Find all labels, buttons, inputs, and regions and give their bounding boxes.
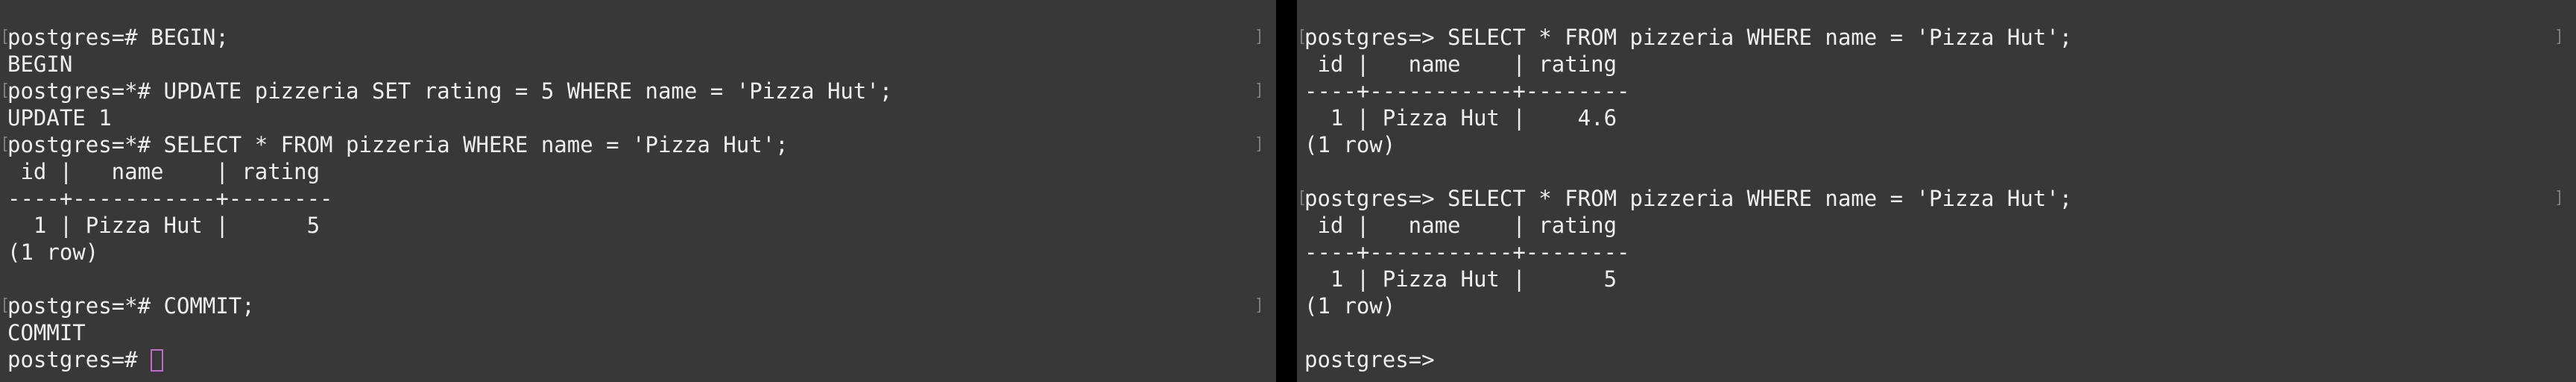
terminal-line: [postgres=*# UPDATE pizzeria SET rating … xyxy=(0,78,1276,104)
right-terminal-output: [postgres=> SELECT * FROM pizzeria WHERE… xyxy=(1297,24,2576,373)
line-mark-close: ] xyxy=(2554,189,2564,207)
line-mark-close: ] xyxy=(1254,28,1264,46)
text-cursor xyxy=(151,349,164,372)
line-text: BEGIN xyxy=(7,51,73,77)
line-text: id | name | rating xyxy=(7,159,321,184)
line-text: postgres=# BEGIN; xyxy=(7,25,229,50)
terminal-line: id | name | rating xyxy=(1304,212,2576,239)
terminal-line: id | name | rating xyxy=(7,158,1276,185)
line-text: 1 | Pizza Hut | 4.6 xyxy=(1304,105,1617,131)
line-text: id | name | rating xyxy=(1304,213,1617,238)
line-text: 1 | Pizza Hut | 5 xyxy=(7,213,321,238)
terminal-line: 1 | Pizza Hut | 4.6 xyxy=(1304,104,2576,131)
terminal-line: ----+-----------+-------- xyxy=(1304,239,2576,266)
line-mark-open: [ xyxy=(0,135,10,154)
line-mark-open: [ xyxy=(1297,28,1307,46)
line-text: postgres=> SELECT * FROM pizzeria WHERE … xyxy=(1304,25,2073,50)
left-terminal-output: [postgres=# BEGIN;] BEGIN [postgres=*# U… xyxy=(0,24,1276,373)
line-mark-close: ] xyxy=(1254,296,1264,315)
line-mark-open: [ xyxy=(0,296,10,315)
line-text: UPDATE 1 xyxy=(7,105,112,131)
line-text: COMMIT xyxy=(7,320,86,345)
terminal-line: [postgres=> SELECT * FROM pizzeria WHERE… xyxy=(1297,24,2576,51)
terminal-line: BEGIN xyxy=(7,51,1276,78)
line-text: (1 row) xyxy=(1304,293,1396,319)
line-mark-open: [ xyxy=(1297,189,1307,207)
terminal-prompt-line[interactable]: postgres=> xyxy=(1304,346,2576,373)
line-text: postgres=*# SELECT * FROM pizzeria WHERE… xyxy=(7,132,789,157)
terminal-prompt-line[interactable]: postgres=# xyxy=(7,346,1276,373)
line-text: ----+-----------+-------- xyxy=(1304,78,1630,104)
right-terminal-pane[interactable]: [postgres=> SELECT * FROM pizzeria WHERE… xyxy=(1297,0,2576,382)
line-mark-close: ] xyxy=(1254,135,1264,154)
line-text: ----+-----------+-------- xyxy=(1304,239,1630,265)
line-text: postgres=> SELECT * FROM pizzeria WHERE … xyxy=(1304,186,2073,211)
terminal-line: ----+-----------+-------- xyxy=(7,185,1276,212)
terminal-line: [postgres=*# SELECT * FROM pizzeria WHER… xyxy=(0,131,1276,158)
terminal-line: (1 row) xyxy=(1304,292,2576,319)
terminal-line: id | name | rating xyxy=(1304,51,2576,78)
left-terminal-pane[interactable]: [postgres=# BEGIN;] BEGIN [postgres=*# U… xyxy=(0,0,1276,382)
line-text: (1 row) xyxy=(7,239,99,265)
terminal-line: [postgres=*# COMMIT;] xyxy=(0,292,1276,319)
pane-divider[interactable] xyxy=(1276,0,1297,382)
line-mark-close: ] xyxy=(1254,81,1264,100)
terminal-line: UPDATE 1 xyxy=(7,104,1276,131)
terminal-line: COMMIT xyxy=(7,319,1276,346)
line-text: postgres=*# UPDATE pizzeria SET rating =… xyxy=(7,78,893,104)
terminal-line: (1 row) xyxy=(1304,131,2576,158)
line-text: (1 row) xyxy=(1304,132,1396,157)
line-text: id | name | rating xyxy=(1304,51,1617,77)
terminal-prompt: postgres=# xyxy=(7,347,151,372)
line-text: postgres=*# COMMIT; xyxy=(7,293,255,319)
terminal-line: [postgres=# BEGIN;] xyxy=(0,24,1276,51)
terminal-line: [postgres=> SELECT * FROM pizzeria WHERE… xyxy=(1297,185,2576,212)
terminal-prompt: postgres=> xyxy=(1304,347,1448,372)
line-text: ----+-----------+-------- xyxy=(7,186,333,211)
line-mark-open: [ xyxy=(0,28,10,46)
line-mark-close: ] xyxy=(2554,28,2564,46)
line-mark-open: [ xyxy=(0,81,10,100)
line-text: 1 | Pizza Hut | 5 xyxy=(1304,266,1617,292)
terminal-line: 1 | Pizza Hut | 5 xyxy=(7,212,1276,239)
terminal-line: 1 | Pizza Hut | 5 xyxy=(1304,266,2576,292)
terminal-line: ----+-----------+-------- xyxy=(1304,78,2576,104)
terminal-line: (1 row) xyxy=(7,239,1276,266)
